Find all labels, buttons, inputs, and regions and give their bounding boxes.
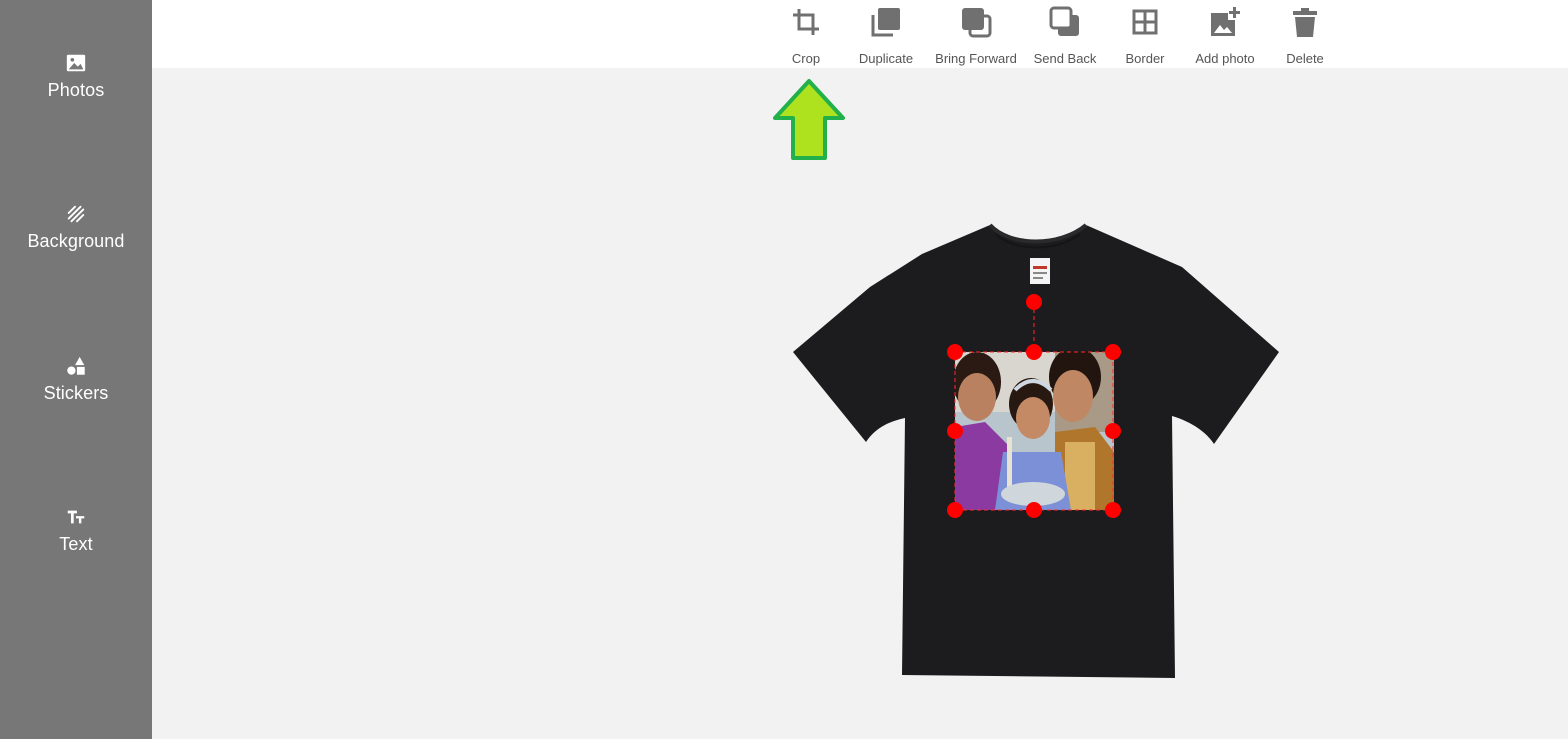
sidebar-item-text[interactable]: Text [0,502,152,582]
sidebar-item-label: Text [59,534,93,554]
send-back-icon [1049,6,1079,36]
sidebar-item-label: Stickers [43,383,109,403]
resize-handle-top[interactable] [1026,344,1042,360]
bring-forward-icon [962,8,992,38]
duplicate-label: Duplicate [858,51,914,66]
top-toolbar: Crop Duplicate Bring Forward Send Back B… [152,0,1568,68]
add-photo-label: Add photo [1195,51,1255,66]
text-size-icon [67,510,85,524]
pattern-icon [67,205,85,223]
bring-forward-label: Bring Forward [935,51,1017,66]
selection-frame[interactable] [940,290,1130,525]
resize-handle-bottom-left[interactable] [947,502,963,518]
resize-handle-top-left[interactable] [947,344,963,360]
add-photo-icon [1211,7,1240,36]
sidebar-item-label: Photos [47,80,105,100]
add-photo-button[interactable]: Add photo [1185,0,1265,68]
sidebar-item-label: Background [27,231,125,251]
border-grid-icon [1132,9,1158,35]
resize-handle-left[interactable] [947,423,963,439]
send-back-button[interactable]: Send Back [1025,0,1105,68]
crop-label: Crop [791,51,821,66]
bring-forward-button[interactable]: Bring Forward [926,0,1026,68]
shirt-tag [1030,258,1050,284]
sidebar-item-stickers[interactable]: Stickers [0,351,152,431]
up-arrow-hint [773,79,845,160]
image-icon [66,54,86,72]
resize-handle-top-right[interactable] [1105,344,1121,360]
shapes-icon [67,356,85,375]
resize-handle-bottom-right[interactable] [1105,502,1121,518]
duplicate-button[interactable]: Duplicate [846,0,926,68]
sidebar-item-background[interactable]: Background [0,199,152,279]
left-sidebar: Photos Background Stickers Text [0,0,152,739]
trash-icon [1293,8,1317,37]
border-label: Border [1125,51,1165,66]
rotate-handle[interactable] [1026,294,1042,310]
sidebar-item-photos[interactable]: Photos [0,48,152,128]
resize-handle-right[interactable] [1105,423,1121,439]
crop-button[interactable]: Crop [766,0,846,68]
crop-icon [793,9,819,35]
send-back-label: Send Back [1033,51,1097,66]
delete-label: Delete [1286,51,1324,66]
border-button[interactable]: Border [1105,0,1185,68]
duplicate-icon [871,8,900,37]
delete-button[interactable]: Delete [1265,0,1345,68]
resize-handle-bottom[interactable] [1026,502,1042,518]
